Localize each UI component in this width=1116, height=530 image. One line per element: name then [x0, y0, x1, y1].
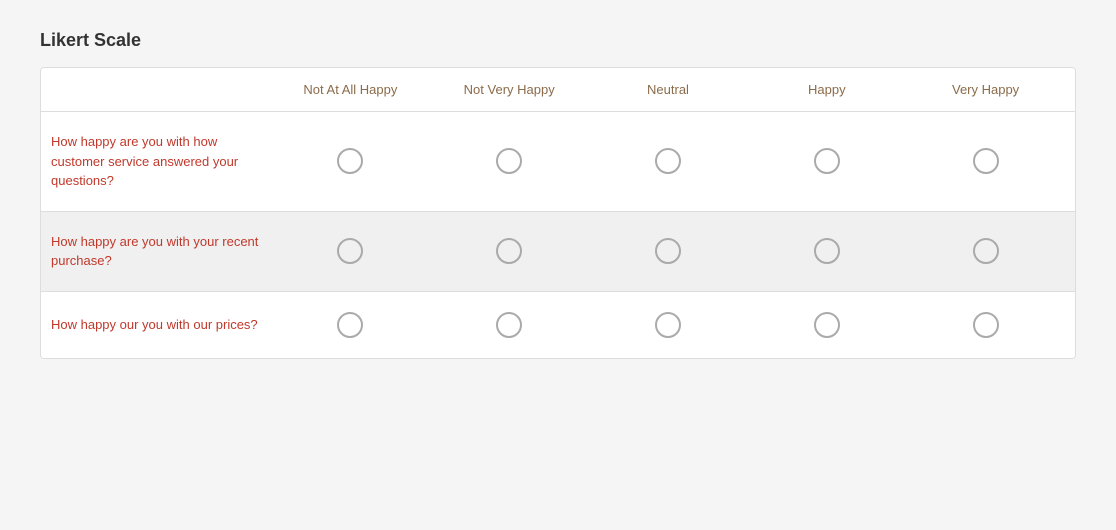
question-column-header: [51, 82, 271, 97]
radio-row2-neutral[interactable]: [655, 238, 681, 264]
radio-cell-row3-col5: [906, 312, 1065, 338]
table-header: Not At All Happy Not Very Happy Neutral …: [41, 68, 1075, 112]
radio-cell-row3-col3: [589, 312, 748, 338]
question-3: How happy our you with our prices?: [51, 315, 271, 335]
radio-cell-row3-col1: [271, 312, 430, 338]
radio-cell-row2-col5: [906, 238, 1065, 264]
radio-row3-very-happy[interactable]: [973, 312, 999, 338]
radio-row3-neutral[interactable]: [655, 312, 681, 338]
radio-cell-row1-col3: [589, 148, 748, 174]
radio-cell-row2-col4: [747, 238, 906, 264]
radio-cell-row3-col2: [430, 312, 589, 338]
radio-row1-not-very-happy[interactable]: [496, 148, 522, 174]
radio-row3-happy[interactable]: [814, 312, 840, 338]
table-row: How happy our you with our prices?: [41, 292, 1075, 358]
radio-cell-row1-col5: [906, 148, 1065, 174]
radio-cell-row2-col1: [271, 238, 430, 264]
page-title: Likert Scale: [40, 30, 1076, 51]
radio-row2-not-at-all-happy[interactable]: [337, 238, 363, 264]
radio-cell-row2-col2: [430, 238, 589, 264]
question-1: How happy are you with how customer serv…: [51, 132, 271, 191]
col-header-not-at-all-happy: Not At All Happy: [271, 82, 430, 97]
radio-row2-very-happy[interactable]: [973, 238, 999, 264]
col-header-not-very-happy: Not Very Happy: [430, 82, 589, 97]
question-2: How happy are you with your recent purch…: [51, 232, 271, 271]
radio-row2-not-very-happy[interactable]: [496, 238, 522, 264]
radio-row2-happy[interactable]: [814, 238, 840, 264]
radio-cell-row3-col4: [747, 312, 906, 338]
col-header-very-happy: Very Happy: [906, 82, 1065, 97]
col-header-happy: Happy: [747, 82, 906, 97]
radio-cell-row2-col3: [589, 238, 748, 264]
radio-cell-row1-col1: [271, 148, 430, 174]
radio-cell-row1-col4: [747, 148, 906, 174]
table-row: How happy are you with how customer serv…: [41, 112, 1075, 212]
radio-row1-very-happy[interactable]: [973, 148, 999, 174]
col-header-neutral: Neutral: [589, 82, 748, 97]
radio-row1-happy[interactable]: [814, 148, 840, 174]
radio-cell-row1-col2: [430, 148, 589, 174]
radio-row1-neutral[interactable]: [655, 148, 681, 174]
radio-row1-not-at-all-happy[interactable]: [337, 148, 363, 174]
radio-row3-not-very-happy[interactable]: [496, 312, 522, 338]
table-row: How happy are you with your recent purch…: [41, 212, 1075, 292]
likert-scale-table: Not At All Happy Not Very Happy Neutral …: [40, 67, 1076, 359]
radio-row3-not-at-all-happy[interactable]: [337, 312, 363, 338]
